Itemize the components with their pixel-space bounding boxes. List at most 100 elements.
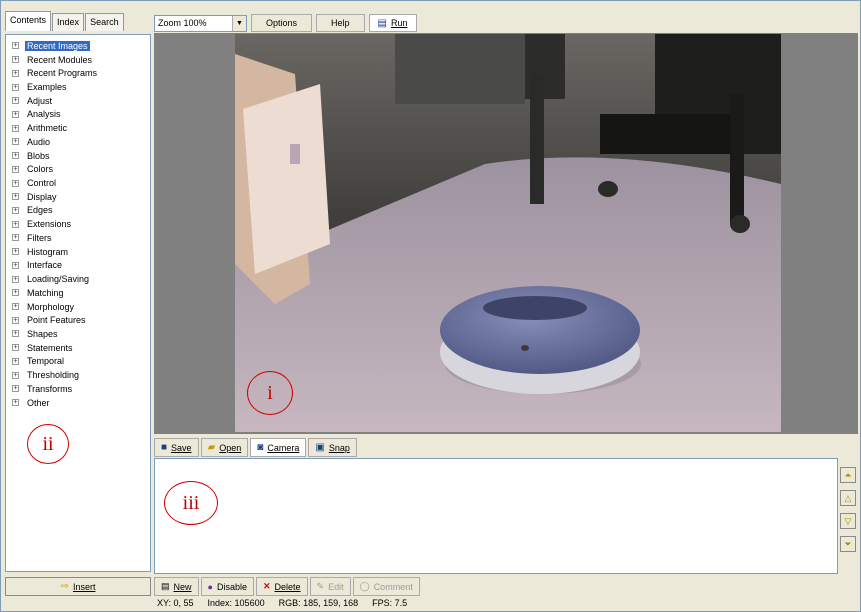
expand-plus-icon[interactable]: +	[12, 234, 19, 242]
options-button[interactable]: Options	[251, 14, 313, 32]
disable-button[interactable]: ● Disable	[200, 577, 254, 596]
tree-item-label: Adjust	[27, 95, 53, 106]
app-window: Contents Index Search + Recent Images + Rec…	[0, 0, 861, 612]
expand-plus-icon[interactable]: +	[12, 42, 19, 50]
expand-plus-icon[interactable]: +	[12, 179, 19, 187]
tree-item[interactable]: + Point Features	[6, 313, 150, 327]
zoom-value: Zoom 100%	[158, 18, 207, 28]
zoom-select[interactable]: Zoom 100% ▼	[154, 14, 247, 32]
expand-plus-icon[interactable]: +	[12, 193, 19, 201]
expand-plus-icon[interactable]: +	[12, 152, 19, 160]
edit-button[interactable]: ✎ Edit	[309, 577, 351, 596]
tree-item[interactable]: + Histogram	[6, 245, 150, 259]
left-panel-tabs: Contents Index Search	[5, 11, 151, 31]
save-label: Save	[171, 442, 192, 453]
tree-item[interactable]: + Extensions	[6, 217, 150, 231]
status-index: Index: 105600	[207, 598, 265, 608]
tree-item[interactable]: + Shapes	[6, 327, 150, 341]
annotation-i: i	[247, 371, 293, 415]
expand-plus-icon[interactable]: +	[12, 97, 19, 105]
tab-index[interactable]: Index	[52, 13, 85, 31]
move-top-icon[interactable]: ⏶	[840, 467, 856, 483]
expand-plus-icon[interactable]: +	[12, 344, 19, 352]
expand-plus-icon[interactable]: +	[12, 124, 19, 132]
tree-item[interactable]: + Morphology	[6, 300, 150, 314]
move-bottom-icon[interactable]: ⏷	[840, 536, 856, 552]
expand-plus-icon[interactable]: +	[12, 83, 19, 91]
comment-button[interactable]: ◯ Comment	[352, 577, 420, 596]
expand-plus-icon[interactable]: +	[12, 289, 19, 297]
tree-item[interactable]: + Filters	[6, 231, 150, 245]
tree-item[interactable]: + Interface	[6, 259, 150, 273]
help-button[interactable]: Help	[316, 14, 365, 32]
expand-plus-icon[interactable]: +	[12, 385, 19, 393]
expand-plus-icon[interactable]: +	[12, 275, 19, 283]
expand-plus-icon[interactable]: +	[12, 399, 19, 407]
expand-plus-icon[interactable]: +	[12, 69, 19, 77]
snap-icon: ▣	[315, 442, 325, 453]
tree-item-label: Edges	[27, 205, 53, 216]
expand-plus-icon[interactable]: +	[12, 316, 19, 324]
open-button[interactable]: ▰ Open	[200, 438, 249, 457]
tree-item[interactable]: + Other	[6, 396, 150, 410]
expand-plus-icon[interactable]: +	[12, 56, 19, 64]
tree-item[interactable]: + Audio	[6, 135, 150, 149]
tree-item[interactable]: + Display	[6, 190, 150, 204]
tab-search[interactable]: Search	[85, 13, 124, 31]
tree-item[interactable]: + Edges	[6, 204, 150, 218]
insert-label: Insert	[72, 581, 96, 592]
tree-item-label: Recent Images	[25, 40, 90, 51]
tree-item[interactable]: + Temporal	[6, 355, 150, 369]
run-button[interactable]: ▤ Run	[368, 14, 417, 32]
tree-item[interactable]: + Matching	[6, 286, 150, 300]
expand-plus-icon[interactable]: +	[12, 110, 19, 118]
expand-plus-icon[interactable]: +	[12, 357, 19, 365]
expand-plus-icon[interactable]: +	[12, 165, 19, 173]
insert-button[interactable]: ⇨ Insert	[5, 577, 151, 596]
tree-item-label: Point Features	[27, 315, 86, 326]
annotation-iii: iii	[164, 481, 218, 525]
tree-item[interactable]: + Recent Programs	[6, 66, 150, 80]
tree-item[interactable]: + Transforms	[6, 382, 150, 396]
tree-item[interactable]: + Recent Images	[6, 39, 150, 53]
tree-item[interactable]: + Examples	[6, 80, 150, 94]
expand-plus-icon[interactable]: +	[12, 248, 19, 256]
tree-item[interactable]: + Loading/Saving	[6, 272, 150, 286]
tree-item[interactable]: + Blobs	[6, 149, 150, 163]
tree-item[interactable]: + Arithmetic	[6, 121, 150, 135]
expand-plus-icon[interactable]: +	[12, 330, 19, 338]
tree-item[interactable]: + Thresholding	[6, 368, 150, 382]
tree-item[interactable]: + Statements	[6, 341, 150, 355]
expand-plus-icon[interactable]: +	[12, 220, 19, 228]
tree-item[interactable]: + Recent Modules	[6, 53, 150, 67]
top-toolbar: Zoom 100% ▼ Options Help ▤ Run	[154, 13, 858, 33]
edit-pencil-icon: ✎	[316, 581, 325, 591]
camera-frame-graphic	[235, 34, 781, 432]
expand-plus-icon[interactable]: +	[12, 303, 19, 311]
tree-item-label: Matching	[27, 287, 64, 298]
tree-item[interactable]: + Adjust	[6, 94, 150, 108]
tree-item-label: Loading/Saving	[27, 274, 90, 285]
expand-plus-icon[interactable]: +	[12, 261, 19, 269]
camera-button[interactable]: ◙ Camera	[250, 438, 307, 457]
move-down-icon[interactable]: ▽	[840, 513, 856, 529]
tree-item-label: Analysis	[27, 109, 61, 120]
expand-plus-icon[interactable]: +	[12, 371, 19, 379]
expand-plus-icon[interactable]: +	[12, 206, 19, 214]
module-tree[interactable]: + Recent Images + Recent Modules + Recent Pro…	[5, 34, 151, 572]
delete-button[interactable]: ✕ Delete	[255, 577, 308, 596]
tree-item[interactable]: + Analysis	[6, 108, 150, 122]
chevron-down-icon[interactable]: ▼	[232, 15, 246, 31]
status-bar: XY: 0, 55 Index: 105600 RGB: 185, 159, 1…	[154, 598, 858, 611]
tab-contents[interactable]: Contents	[5, 11, 52, 31]
snap-button[interactable]: ▣ Snap	[308, 438, 357, 457]
tree-item-label: Recent Programs	[27, 68, 98, 79]
tree-item[interactable]: + Control	[6, 176, 150, 190]
program-area[interactable]	[154, 458, 838, 574]
save-button[interactable]: ■ Save	[154, 438, 199, 457]
expand-plus-icon[interactable]: +	[12, 138, 19, 146]
new-button[interactable]: ▤ New	[154, 577, 199, 596]
tree-item[interactable]: + Colors	[6, 162, 150, 176]
move-up-icon[interactable]: △	[840, 490, 856, 506]
disable-icon: ●	[207, 581, 213, 592]
